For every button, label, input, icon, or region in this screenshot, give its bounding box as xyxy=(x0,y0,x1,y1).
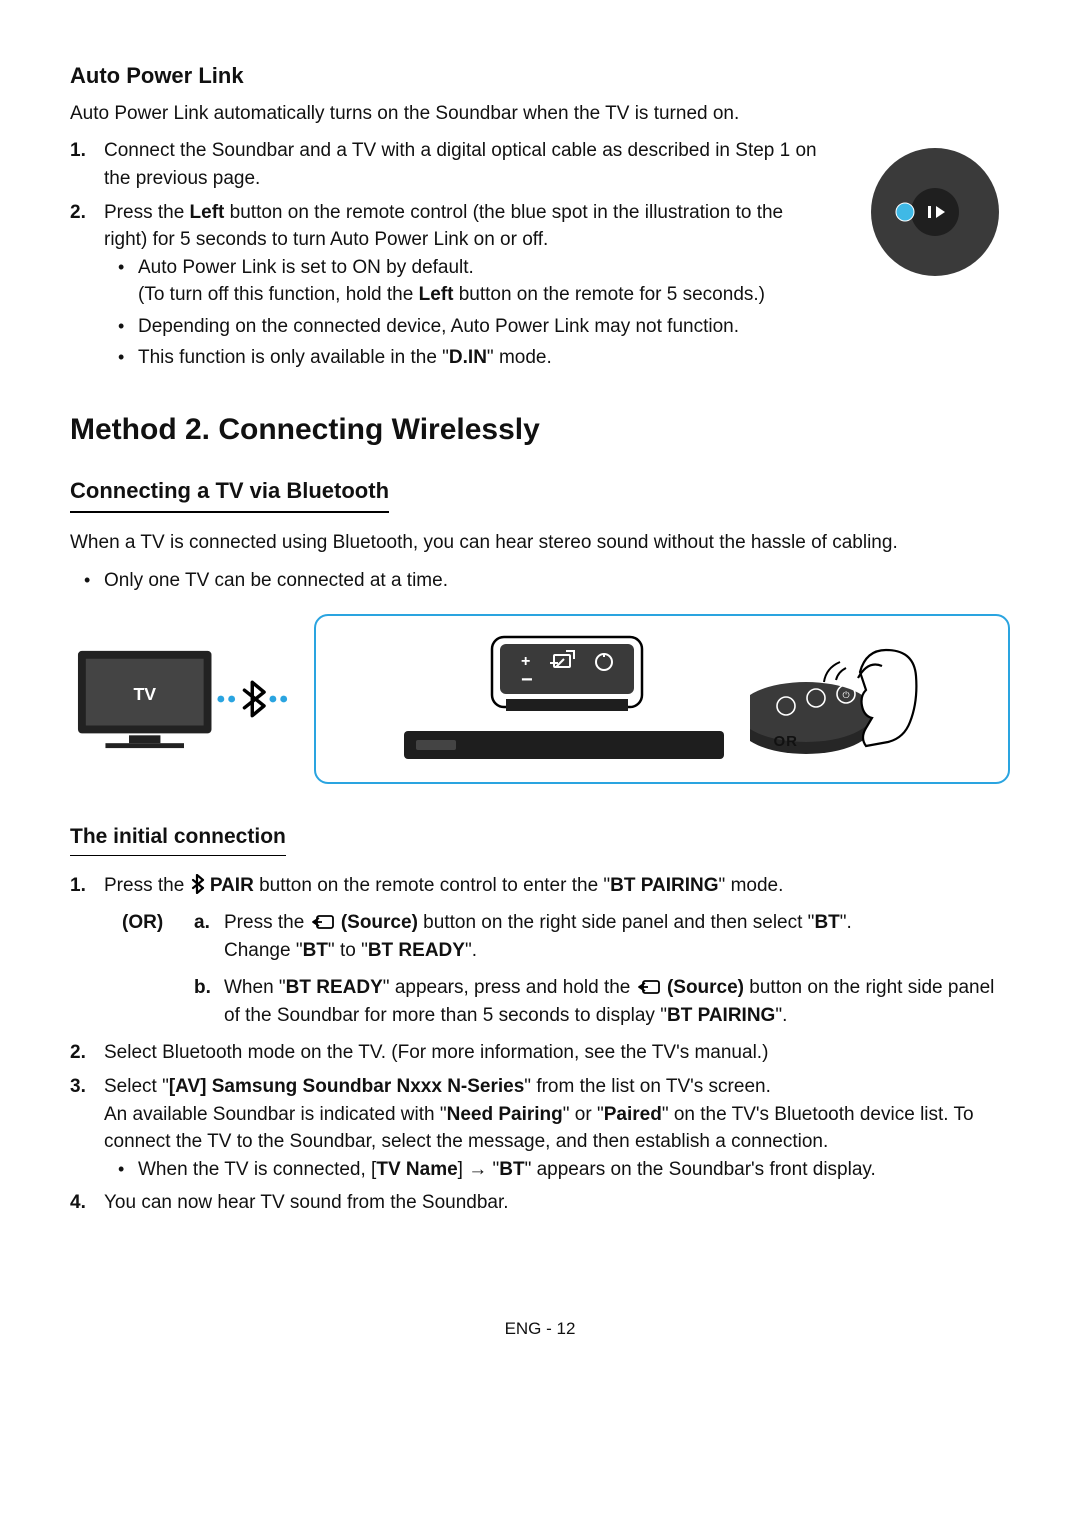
apl-step-1: 1. Connect the Soundbar and a TV with a … xyxy=(104,137,820,192)
subheading-bt: Connecting a TV via Bluetooth xyxy=(70,475,389,513)
list-marker: 1. xyxy=(70,872,86,900)
list-marker: b. xyxy=(194,974,211,1002)
apl-bullet-depends: Depending on the connected device, Auto … xyxy=(138,313,820,341)
list-marker: 2. xyxy=(70,1039,86,1067)
list-marker: 4. xyxy=(70,1189,86,1217)
ic-step-1a: a. Press the (Source) button on the righ… xyxy=(194,909,1010,964)
apl-step-2: 2. Press the Left button on the remote c… xyxy=(104,199,820,372)
ic-step-1: 1. Press the PAIR button on the remote c… xyxy=(104,872,1010,1030)
ic-step-4: 4. You can now hear TV sound from the So… xyxy=(104,1189,1010,1217)
bt-note-only-one: Only one TV can be connected at a time. xyxy=(104,567,1010,595)
svg-text:−: − xyxy=(521,669,533,691)
ic-step-2: 2. Select Bluetooth mode on the TV. (For… xyxy=(104,1039,1010,1067)
svg-text:⏻: ⏻ xyxy=(842,690,849,700)
apl-bullet-din: This function is only available in the "… xyxy=(138,344,820,372)
bluetooth-icon xyxy=(190,874,205,894)
page-footer: ENG - 12 xyxy=(70,1317,1010,1342)
list-marker: 1. xyxy=(70,137,86,165)
bt-intro: When a TV is connected using Bluetooth, … xyxy=(70,529,1010,557)
ic-step-3-bullet: When the TV is connected, [TV Name] → "B… xyxy=(138,1156,1010,1184)
list-marker: 2. xyxy=(70,199,86,227)
bluetooth-signal-icon xyxy=(213,674,292,724)
section-title-auto-power-link: Auto Power Link xyxy=(70,60,1010,92)
step-text: Press the Left button on the remote cont… xyxy=(104,202,783,251)
subheading-initial-connection: The initial connection xyxy=(70,822,286,855)
soundbar-top-panel-icon: + − xyxy=(394,629,734,769)
step-text: Connect the Soundbar and a TV with a dig… xyxy=(104,140,817,189)
list-marker: 3. xyxy=(70,1073,86,1101)
svg-text:TV: TV xyxy=(133,684,156,704)
or-label: OR xyxy=(774,731,799,753)
bt-connection-figure: TV + − OR ⏻ xyxy=(70,614,1010,784)
or-marker: (OR) xyxy=(122,909,163,937)
remote-directional-pad-figure xyxy=(860,137,1010,287)
tv-icon: TV xyxy=(76,644,213,754)
source-icon xyxy=(636,978,662,996)
heading-method-2: Method 2. Connecting Wirelessly xyxy=(70,408,1010,452)
source-icon xyxy=(310,913,336,931)
svg-text:+: + xyxy=(521,653,530,670)
apl-bullet-default: Auto Power Link is set to ON by default.… xyxy=(138,254,820,309)
ic-step-1b: b. When "BT READY" appears, press and ho… xyxy=(194,974,1010,1029)
ic-step-3: 3. Select "[AV] Samsung Soundbar Nxxx N-… xyxy=(104,1073,1010,1183)
list-marker: a. xyxy=(194,909,210,937)
apl-intro: Auto Power Link automatically turns on t… xyxy=(70,100,1010,128)
